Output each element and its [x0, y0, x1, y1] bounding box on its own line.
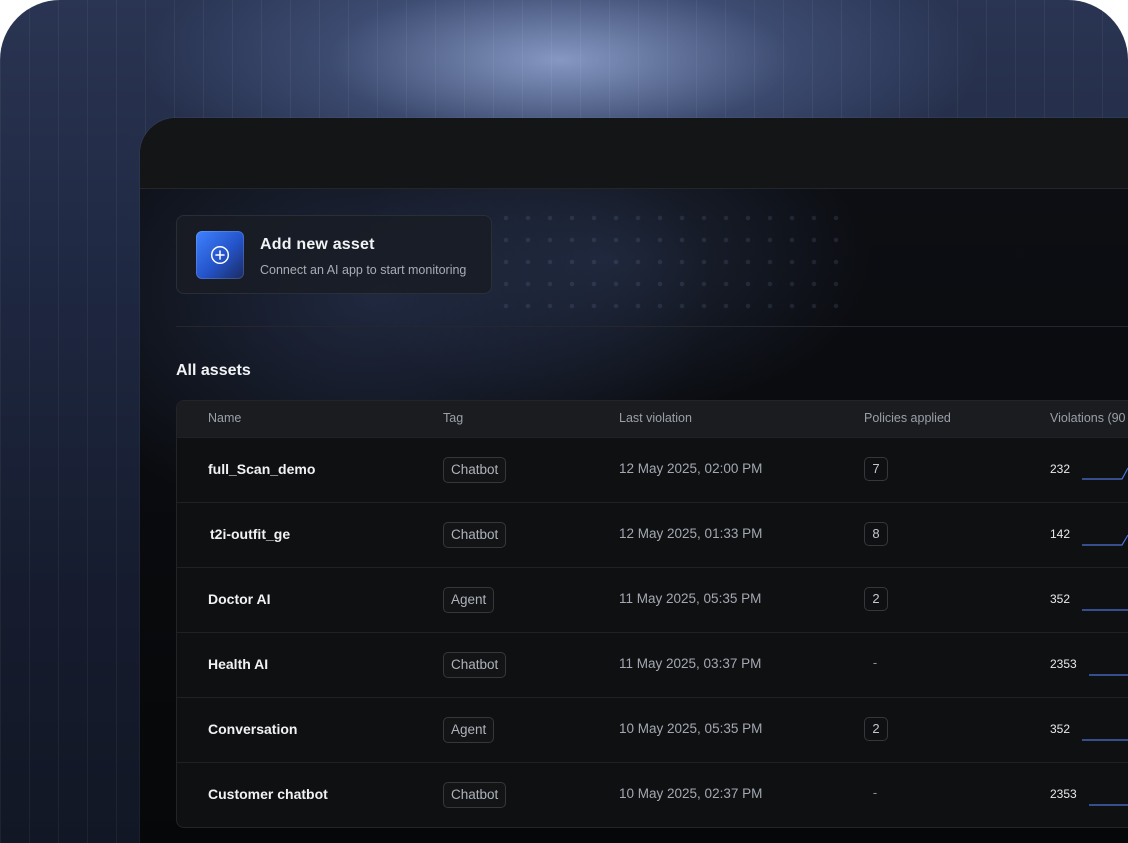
policies-count: -	[872, 655, 878, 670]
column-header-last-violation[interactable]: Last violation	[619, 411, 692, 425]
column-header-policies-applied[interactable]: Policies applied	[864, 411, 951, 425]
asset-tag: Agent	[443, 587, 495, 613]
last-violation: 11 May 2025, 03:37 PM	[619, 656, 762, 671]
table-row[interactable]: t2i-outfit_ge Chatbot 12 May 2025, 01:33…	[177, 502, 1128, 567]
table-row[interactable]: Doctor AI Agent 11 May 2025, 05:35 PM 2 …	[177, 567, 1128, 632]
violations-sparkline	[1082, 534, 1128, 546]
asset-tag: Agent	[443, 717, 495, 743]
asset-tag: Chatbot	[443, 457, 507, 483]
add-asset-subtitle: Connect an AI app to start monitoring	[260, 263, 467, 277]
add-asset-icon-tile	[196, 231, 244, 279]
plus-circle-icon	[210, 245, 230, 265]
violations-count: 352	[1050, 722, 1071, 736]
add-new-asset-card[interactable]: Add new asset Connect an AI app to start…	[176, 215, 492, 294]
column-header-name[interactable]: Name	[208, 411, 241, 425]
asset-name: Customer chatbot	[208, 786, 328, 802]
add-asset-title: Add new asset	[260, 236, 375, 253]
table-header: Name Tag Last violation Policies applied…	[177, 401, 1128, 437]
asset-tag: Chatbot	[443, 522, 507, 548]
violations-sparkline	[1089, 804, 1128, 806]
asset-name: Doctor AI	[208, 591, 271, 607]
assets-table: Name Tag Last violation Policies applied…	[176, 400, 1128, 828]
asset-name: full_Scan_demo	[208, 461, 316, 477]
all-assets-heading: All assets	[176, 362, 251, 379]
last-violation: 12 May 2025, 01:33 PM	[619, 526, 763, 541]
violations-sparkline	[1082, 467, 1128, 480]
dot-pattern-decoration	[495, 207, 855, 327]
last-violation: 10 May 2025, 02:37 PM	[619, 786, 763, 801]
asset-tag: Chatbot	[443, 652, 507, 678]
table-row[interactable]: Health AI Chatbot 11 May 2025, 03:37 PM …	[177, 632, 1128, 697]
table-row[interactable]: Customer chatbot Chatbot 10 May 2025, 02…	[177, 762, 1128, 827]
last-violation: 12 May 2025, 02:00 PM	[619, 461, 763, 476]
column-header-tag[interactable]: Tag	[443, 411, 463, 425]
device-frame: Add new asset Connect an AI app to start…	[0, 0, 1128, 843]
policies-count: 2	[864, 717, 888, 741]
violations-sparkline	[1082, 609, 1128, 611]
asset-tag: Chatbot	[443, 782, 507, 808]
table-row[interactable]: full_Scan_demo Chatbot 12 May 2025, 02:0…	[177, 437, 1128, 502]
violations-sparkline	[1082, 739, 1128, 741]
asset-name: t2i-outfit_ge	[210, 526, 291, 542]
violations-count: 2353	[1050, 787, 1077, 801]
violations-sparkline	[1089, 674, 1128, 676]
asset-name: Health AI	[208, 656, 269, 672]
app-body: Add new asset Connect an AI app to start…	[140, 189, 1128, 843]
policies-count: 8	[864, 522, 888, 546]
policies-count: 7	[864, 457, 888, 481]
violations-count: 352	[1050, 592, 1071, 606]
app-window: Add new asset Connect an AI app to start…	[140, 118, 1128, 843]
section-divider	[176, 326, 1128, 327]
asset-name: Conversation	[208, 721, 298, 737]
policies-count: -	[872, 785, 878, 800]
violations-count: 2353	[1050, 657, 1077, 671]
violations-count: 232	[1050, 462, 1071, 476]
policies-count: 2	[864, 587, 888, 611]
violations-count: 142	[1050, 527, 1071, 541]
app-topbar	[140, 118, 1128, 189]
column-header-violations[interactable]: Violations (90	[1050, 411, 1126, 425]
table-row[interactable]: Conversation Agent 10 May 2025, 05:35 PM…	[177, 697, 1128, 762]
last-violation: 11 May 2025, 05:35 PM	[619, 591, 762, 606]
last-violation: 10 May 2025, 05:35 PM	[619, 721, 763, 736]
